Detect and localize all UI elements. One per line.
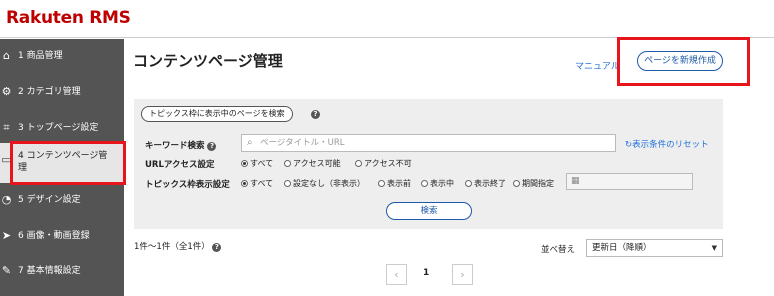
result-count: 1件〜1件（全1件） ? [134, 240, 222, 252]
sidebar-item-top-page[interactable]: ⌗ 3 トップページ設定 [0, 111, 124, 145]
sort-select[interactable]: 更新日（降順） ▼ [586, 239, 723, 257]
radio-label: 設定なし（非表示） [293, 179, 365, 188]
radio-unselected [284, 160, 291, 167]
radio-label: すべて [250, 159, 274, 168]
radio-label: 表示中 [430, 179, 454, 188]
topic-radio-before[interactable]: 表示前 [378, 178, 411, 189]
sidebar-item-label: 6 画像・動画登録 [18, 231, 90, 241]
radio-selected [241, 180, 248, 187]
radio-label: アクセス不可 [364, 159, 412, 168]
keyword-field[interactable]: ⌕ [241, 134, 616, 152]
reset-conditions-link[interactable]: ↻表示条件のリセット [625, 138, 709, 150]
topic-radio-ended[interactable]: 表示終了 [465, 178, 506, 189]
sidebar-item-label: 2 カテゴリ管理 [18, 87, 81, 97]
sort-value: 更新日（降順） [592, 243, 652, 253]
next-page-button[interactable]: › [452, 264, 473, 285]
search-icon: ⌕ [247, 137, 253, 148]
current-page-number[interactable]: 1 [423, 268, 429, 278]
sidebar-item-media[interactable]: ➤ 6 画像・動画登録 [0, 219, 124, 253]
sidebar-item-basic-info[interactable]: ✎ 7 基本情報設定 [0, 254, 124, 288]
reset-link-text: 表示条件のリセット [632, 140, 709, 150]
radio-unselected [465, 180, 472, 187]
sidebar-item-product[interactable]: ⌂ 1 商品管理 [0, 39, 124, 73]
topic-display-label: トピックス枠表示設定 [145, 180, 230, 190]
topic-radio-period[interactable]: 期間指定 [513, 178, 554, 189]
palette-icon: ◔ [1, 193, 12, 206]
gear-icon: ⚙ [1, 85, 12, 98]
radio-label: 表示前 [387, 179, 411, 188]
help-icon[interactable]: ? [212, 243, 222, 252]
wrench-icon: ✎ [1, 264, 12, 277]
calendar-icon: ▦ [571, 176, 580, 186]
keyword-input[interactable] [260, 136, 610, 150]
sidebar-item-label: 5 デザイン設定 [18, 195, 81, 205]
page-title: コンテンツページ管理 [133, 52, 283, 70]
rakuten-rms-logo[interactable]: Rakuten RMS [6, 8, 131, 28]
radio-label: すべて [250, 179, 274, 188]
send-icon: ➤ [1, 229, 12, 242]
url-radio-accessible[interactable]: アクセス可能 [284, 158, 341, 169]
home-icon: ⌂ [3, 49, 10, 62]
radio-selected [241, 160, 248, 167]
top-header: Rakuten RMS [0, 0, 774, 38]
topic-filter-chip[interactable]: トピックス枠に表示中のページを検索 [141, 106, 293, 122]
sidebar-item-category[interactable]: ⚙ 2 カテゴリ管理 [0, 75, 124, 109]
sidebar-item-label: 7 基本情報設定 [18, 266, 81, 276]
search-button[interactable]: 検索 [386, 202, 472, 220]
topic-radio-none[interactable]: 設定なし（非表示） [284, 178, 365, 189]
period-date-field[interactable]: ▦ [566, 173, 693, 190]
topic-radio-all[interactable]: すべて [241, 178, 273, 189]
sidebar-item-label: 1 商品管理 [18, 51, 63, 61]
caret-down-icon: ▼ [711, 244, 717, 252]
url-radio-inaccessible[interactable]: アクセス不可 [355, 158, 412, 169]
radio-unselected [378, 180, 385, 187]
help-icon[interactable]: ? [311, 110, 320, 119]
keyword-label: キーワード検索 ? [145, 139, 217, 151]
radio-unselected [513, 180, 520, 187]
sort-label: 並べ替え [541, 245, 576, 255]
keyword-label-text: キーワード検索 [145, 141, 205, 151]
topic-radio-showing[interactable]: 表示中 [421, 178, 454, 189]
radio-unselected [355, 160, 362, 167]
radio-unselected [421, 180, 428, 187]
radio-label: 期間指定 [522, 179, 554, 188]
radio-label: 表示終了 [474, 179, 506, 188]
help-icon[interactable]: ? [207, 142, 217, 151]
radio-unselected [284, 180, 291, 187]
app-window: Rakuten RMS ⌂ 1 商品管理 ⚙ 2 カテゴリ管理 ⌗ 3 トップペ… [0, 0, 774, 296]
radio-label: アクセス可能 [293, 159, 341, 168]
url-radio-all[interactable]: すべて [241, 158, 273, 169]
result-count-text: 1件〜1件（全1件） [134, 242, 210, 252]
manual-link[interactable]: マニュアル [575, 59, 620, 72]
sidebar-item-design[interactable]: ◔ 5 デザイン設定 [0, 183, 124, 217]
highlight-box-create [617, 37, 750, 86]
highlight-box-sidebar [10, 141, 126, 185]
url-access-label: URLアクセス設定 [145, 160, 215, 170]
sidebar-item-label: 3 トップページ設定 [18, 123, 99, 133]
cart-icon: ⌗ [3, 121, 10, 134]
prev-page-button[interactable]: ‹ [386, 264, 407, 285]
